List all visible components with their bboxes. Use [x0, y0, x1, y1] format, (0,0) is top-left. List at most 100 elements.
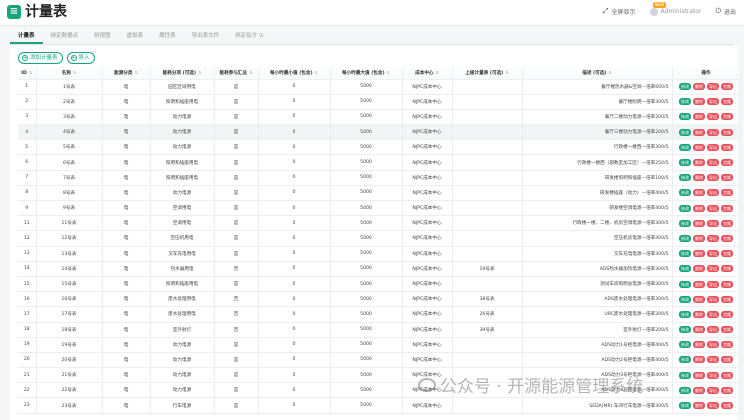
- clone-button[interactable]: 克隆: [721, 159, 733, 167]
- table-row[interactable]: 16 16号表电废水处理用电否 0 5000 NJPC成本中心 38号表 ADS废水处理电源…: [18, 291, 741, 308]
- delete-button[interactable]: 删除: [693, 98, 705, 106]
- edit-button[interactable]: 修改: [679, 402, 691, 410]
- export-button[interactable]: 导出: [707, 295, 719, 303]
- tab-4[interactable]: 属性表: [151, 28, 184, 44]
- column-header[interactable]: 每小时最小值 (包含) ⇅: [258, 68, 331, 80]
- clone-button[interactable]: 克隆: [721, 341, 733, 349]
- export-button[interactable]: 导出: [707, 341, 719, 349]
- edit-button[interactable]: 修改: [679, 98, 691, 106]
- sort-icon[interactable]: ⇅: [135, 70, 138, 75]
- clone-button[interactable]: 克隆: [721, 386, 733, 394]
- sort-icon[interactable]: ⇅: [29, 70, 32, 75]
- table-row[interactable]: 11 11号表电空调用电是 0 5000 NJPC成本中心 行政楼一楼、二楼、机房空调电源…: [18, 215, 741, 232]
- table-row[interactable]: 19 19号表电动力电源是 0 5000 NJPC成本中心 ADS动力1号柜电源—倍率40…: [18, 337, 741, 353]
- delete-button[interactable]: 删除: [693, 295, 705, 303]
- column-header[interactable]: 上级计量表 (可选) ⇅: [452, 68, 523, 80]
- menu-icon[interactable]: ≡: [7, 5, 21, 19]
- sort-icon[interactable]: ⇅: [249, 70, 252, 75]
- table-row[interactable]: 20 20号表电动力电源是 0 5000 NJPC成本中心 ADS动力2号柜电源—倍率40…: [18, 352, 741, 369]
- clone-button[interactable]: 克隆: [721, 310, 733, 318]
- table-row[interactable]: 4 4号表电动力电源是 0 5000 NJPC成本中心 餐厅三楼动力电源—倍率200/5 修…: [18, 124, 741, 141]
- column-header[interactable]: 能源分类 ⇅: [102, 68, 151, 80]
- export-button[interactable]: 导出: [707, 326, 719, 334]
- delete-button[interactable]: 删除: [693, 83, 705, 91]
- edit-button[interactable]: 修改: [679, 326, 691, 334]
- table-row[interactable]: 7 7号表电照明和插座用电是 0 5000 NJPC成本中心 研发楼照明和插座—倍率100…: [18, 170, 741, 186]
- table-row[interactable]: 2 2号表电照明和插座用电是 0 5000 NJPC成本中心 餐厅楼照明—倍率300/5 修…: [18, 94, 741, 110]
- clone-button[interactable]: 克隆: [721, 326, 733, 334]
- table-row[interactable]: 15 15号表电照明和插座用电是 0 5000 NJPC成本中心 测试车间照明总电源—倍率…: [18, 276, 741, 293]
- export-button[interactable]: 导出: [707, 402, 719, 410]
- clone-button[interactable]: 克隆: [721, 295, 733, 303]
- edit-button[interactable]: 修改: [679, 265, 691, 273]
- sort-icon[interactable]: ⇅: [608, 70, 611, 75]
- table-row[interactable]: 5 5号表电动力电源是 0 5000 NJPC成本中心 行政楼一楼西—倍率300/5 修改删…: [18, 139, 741, 156]
- export-button[interactable]: 导出: [707, 356, 719, 364]
- delete-button[interactable]: 删除: [693, 341, 705, 349]
- column-header[interactable]: ID ⇅: [18, 68, 37, 80]
- delete-button[interactable]: 删除: [693, 250, 705, 258]
- clone-button[interactable]: 克隆: [721, 98, 733, 106]
- column-header[interactable]: 成本中心 ⇅: [402, 68, 453, 80]
- export-button[interactable]: 导出: [707, 280, 719, 288]
- clone-button[interactable]: 克隆: [721, 219, 733, 227]
- sort-icon[interactable]: ⇅: [198, 70, 201, 75]
- clone-button[interactable]: 克隆: [721, 402, 733, 410]
- table-row[interactable]: 17 17号表电废水处理用电否 0 5000 NJPC成本中心 26号表 URC废水处理电源…: [18, 306, 741, 323]
- tab-2[interactable]: 树视图: [86, 28, 119, 44]
- clone-button[interactable]: 克隆: [721, 356, 733, 364]
- edit-button[interactable]: 修改: [679, 174, 691, 182]
- table-row[interactable]: 3 3号表电动力电源是 0 5000 NJPC成本中心 餐厅二楼动力电源—倍率200/5 修…: [18, 109, 741, 126]
- edit-button[interactable]: 修改: [679, 189, 691, 197]
- export-button[interactable]: 导出: [707, 265, 719, 273]
- edit-button[interactable]: 修改: [679, 280, 691, 288]
- tab-6[interactable]: 绑定指令 ①: [227, 28, 272, 44]
- export-button[interactable]: 导出: [707, 371, 719, 379]
- table-row[interactable]: 18 18号表电室外射灯否 0 5000 NJPC成本中心 39号表 室外射灯—倍率200/…: [18, 322, 741, 338]
- delete-button[interactable]: 删除: [693, 174, 705, 182]
- clone-button[interactable]: 克隆: [721, 250, 733, 258]
- logout-button[interactable]: ⏻ 退出: [715, 7, 736, 16]
- edit-button[interactable]: 修改: [679, 234, 691, 242]
- export-button[interactable]: 导出: [707, 98, 719, 106]
- tab-5[interactable]: 导出表文件: [184, 28, 228, 44]
- table-row[interactable]: 13 13号表电叉车充电用电是 0 5000 NJPC成本中心 叉车充电电源—倍率300/…: [18, 246, 741, 262]
- delete-button[interactable]: 删除: [693, 371, 705, 379]
- edit-button[interactable]: 修改: [679, 204, 691, 212]
- delete-button[interactable]: 删除: [693, 128, 705, 136]
- column-header[interactable]: 每小时最大值 (包含) ⇅: [330, 68, 403, 80]
- edit-button[interactable]: 修改: [679, 386, 691, 394]
- table-row[interactable]: 6 6号表电照明和插座用电是 0 5000 NJPC成本中心 行政楼一楼西（部数室加工区）…: [18, 154, 741, 171]
- delete-button[interactable]: 删除: [693, 234, 705, 242]
- delete-button[interactable]: 删除: [693, 265, 705, 273]
- export-button[interactable]: 导出: [707, 234, 719, 242]
- sort-icon[interactable]: ⇅: [315, 70, 318, 75]
- column-header[interactable]: 能耗分项 (可选) ⇅: [150, 68, 215, 80]
- column-header[interactable]: 能耗参与汇总 ⇅: [214, 68, 259, 80]
- edit-button[interactable]: 修改: [679, 143, 691, 151]
- table-row[interactable]: 1 1号表电园区区域用电是 0 5000 NJPC成本中心 餐厅楼热水器&空调—倍率600…: [18, 79, 741, 95]
- export-button[interactable]: 导出: [707, 204, 719, 212]
- clone-button[interactable]: 克隆: [721, 189, 733, 197]
- edit-button[interactable]: 修改: [679, 250, 691, 258]
- delete-button[interactable]: 删除: [693, 280, 705, 288]
- clone-button[interactable]: 克隆: [721, 143, 733, 151]
- table-row[interactable]: 9 9号表电空调用电是 0 5000 NJPC成本中心 研发楼空调电源—倍率400/5 修改…: [18, 200, 741, 217]
- delete-button[interactable]: 删除: [693, 159, 705, 167]
- edit-button[interactable]: 修改: [679, 356, 691, 364]
- export-button[interactable]: 导出: [707, 250, 719, 258]
- export-button[interactable]: 导出: [707, 310, 719, 318]
- delete-button[interactable]: 删除: [693, 326, 705, 334]
- column-header[interactable]: 描述 (可选) ⇅: [522, 68, 673, 80]
- edit-button[interactable]: 修改: [679, 310, 691, 318]
- clone-button[interactable]: 克隆: [721, 128, 733, 136]
- column-header[interactable]: 操作: [672, 68, 741, 80]
- clone-button[interactable]: 克隆: [721, 83, 733, 91]
- export-button[interactable]: 导出: [707, 159, 719, 167]
- export-button[interactable]: 导出: [707, 219, 719, 227]
- export-button[interactable]: 导出: [707, 113, 719, 121]
- tab-3[interactable]: 虚拟表: [119, 28, 152, 44]
- delete-button[interactable]: 删除: [693, 402, 705, 410]
- fullscreen-button[interactable]: ⤢ 全屏显示: [603, 7, 636, 16]
- sort-icon[interactable]: ⇅: [436, 70, 439, 75]
